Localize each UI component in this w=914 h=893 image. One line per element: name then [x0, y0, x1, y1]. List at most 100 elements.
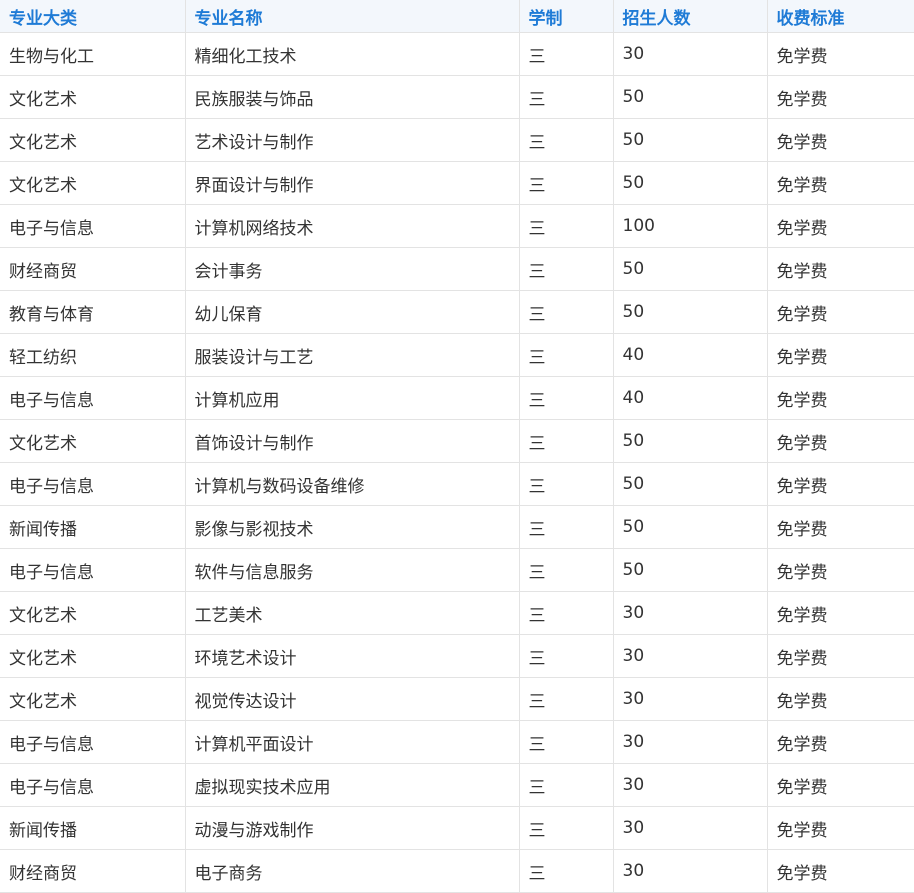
cell-tuition: 免学费 — [766, 763, 914, 807]
table-row: 文化艺术 环境艺术设计三 30 免学费 — [0, 634, 914, 678]
cell-duration: 三 — [518, 32, 614, 76]
cell-tuition: 免学费 — [766, 462, 914, 506]
cell-duration: 三 — [518, 806, 614, 850]
cell-enrollment: 30 — [612, 806, 768, 850]
cell-tuition: 免学费 — [766, 247, 914, 291]
header-tuition: 收费标准 — [766, 0, 914, 33]
cell-tuition: 免学费 — [766, 32, 914, 76]
cell-enrollment: 50 — [612, 247, 768, 291]
cell-tuition: 免学费 — [766, 376, 914, 420]
table-row: 财经商贸 电子商务三 30 免学费 — [0, 849, 914, 893]
cell-duration: 三 — [518, 462, 614, 506]
cell-tuition: 免学费 — [766, 161, 914, 205]
cell-category: 文化艺术 — [0, 677, 186, 721]
enrollment-table: 专业大类 专业名称 学制 招生人数 收费标准 生物与化工 精细化工技术三 30 免学费… — [0, 0, 914, 893]
cell-major-name: 会计事务 — [184, 247, 520, 291]
cell-enrollment: 30 — [612, 591, 768, 635]
cell-enrollment: 30 — [612, 720, 768, 764]
cell-tuition: 免学费 — [766, 849, 914, 893]
cell-major-name: 计算机平面设计 — [184, 720, 520, 764]
header-row: 专业大类 专业名称 学制 招生人数 收费标准 — [0, 0, 914, 33]
header-category: 专业大类 — [0, 0, 186, 33]
cell-category: 轻工纺织 — [0, 333, 186, 377]
cell-major-name: 视觉传达设计 — [184, 677, 520, 721]
cell-tuition: 免学费 — [766, 419, 914, 463]
header-major-name: 专业名称 — [184, 0, 520, 33]
cell-duration: 三 — [518, 720, 614, 764]
table-row: 文化艺术 工艺美术三 30 免学费 — [0, 591, 914, 635]
cell-major-name: 软件与信息服务 — [184, 548, 520, 592]
header-enrollment: 招生人数 — [612, 0, 768, 33]
cell-major-name: 动漫与游戏制作 — [184, 806, 520, 850]
cell-category: 生物与化工 — [0, 32, 186, 76]
cell-major-name: 界面设计与制作 — [184, 161, 520, 205]
cell-tuition: 免学费 — [766, 634, 914, 678]
table-row: 新闻传播 影像与影视技术三 50 免学费 — [0, 505, 914, 549]
cell-tuition: 免学费 — [766, 548, 914, 592]
cell-tuition: 免学费 — [766, 591, 914, 635]
cell-duration: 三 — [518, 419, 614, 463]
table-row: 生物与化工 精细化工技术三 30 免学费 — [0, 32, 914, 76]
table-body: 生物与化工 精细化工技术三 30 免学费 文化艺术 民族服装与饰品三 50 免学费 文化艺术 艺术… — [0, 32, 914, 893]
table-row: 电子与信息 虚拟现实技术应用三 30 免学费 — [0, 763, 914, 807]
table-row: 文化艺术 首饰设计与制作三 50 免学费 — [0, 419, 914, 463]
cell-category: 文化艺术 — [0, 118, 186, 162]
cell-category: 文化艺术 — [0, 634, 186, 678]
cell-duration: 三 — [518, 376, 614, 420]
cell-enrollment: 40 — [612, 333, 768, 377]
cell-major-name: 计算机应用 — [184, 376, 520, 420]
cell-duration: 三 — [518, 677, 614, 721]
cell-duration: 三 — [518, 290, 614, 334]
cell-tuition: 免学费 — [766, 333, 914, 377]
cell-tuition: 免学费 — [766, 118, 914, 162]
cell-category: 文化艺术 — [0, 419, 186, 463]
table-row: 轻工纺织 服装设计与工艺三 40 免学费 — [0, 333, 914, 377]
cell-category: 电子与信息 — [0, 720, 186, 764]
cell-major-name: 幼儿保育 — [184, 290, 520, 334]
cell-category: 新闻传播 — [0, 505, 186, 549]
cell-category: 新闻传播 — [0, 806, 186, 850]
cell-duration: 三 — [518, 634, 614, 678]
table-row: 电子与信息 计算机网络技术三 100 免学费 — [0, 204, 914, 248]
cell-major-name: 艺术设计与制作 — [184, 118, 520, 162]
cell-category: 财经商贸 — [0, 247, 186, 291]
table-row: 教育与体育 幼儿保育三 50 免学费 — [0, 290, 914, 334]
cell-major-name: 精细化工技术 — [184, 32, 520, 76]
cell-duration: 三 — [518, 333, 614, 377]
cell-major-name: 计算机与数码设备维修 — [184, 462, 520, 506]
table-header: 专业大类 专业名称 学制 招生人数 收费标准 — [0, 0, 914, 33]
cell-duration: 三 — [518, 548, 614, 592]
cell-duration: 三 — [518, 591, 614, 635]
table-row: 新闻传播 动漫与游戏制作三 30 免学费 — [0, 806, 914, 850]
cell-major-name: 影像与影视技术 — [184, 505, 520, 549]
table-row: 文化艺术 视觉传达设计三 30 免学费 — [0, 677, 914, 721]
cell-tuition: 免学费 — [766, 806, 914, 850]
cell-major-name: 工艺美术 — [184, 591, 520, 635]
table-row: 文化艺术 界面设计与制作三 50 免学费 — [0, 161, 914, 205]
cell-duration: 三 — [518, 763, 614, 807]
cell-enrollment: 30 — [612, 32, 768, 76]
cell-duration: 三 — [518, 247, 614, 291]
cell-enrollment: 50 — [612, 118, 768, 162]
cell-major-name: 虚拟现实技术应用 — [184, 763, 520, 807]
cell-enrollment: 50 — [612, 161, 768, 205]
cell-category: 教育与体育 — [0, 290, 186, 334]
table-row: 文化艺术 艺术设计与制作三 50 免学费 — [0, 118, 914, 162]
table-row: 电子与信息 计算机应用三 40 免学费 — [0, 376, 914, 420]
cell-enrollment: 30 — [612, 634, 768, 678]
cell-major-name: 民族服装与饰品 — [184, 75, 520, 119]
cell-category: 财经商贸 — [0, 849, 186, 893]
cell-duration: 三 — [518, 75, 614, 119]
cell-enrollment: 50 — [612, 505, 768, 549]
cell-enrollment: 30 — [612, 849, 768, 893]
cell-category: 电子与信息 — [0, 376, 186, 420]
cell-duration: 三 — [518, 204, 614, 248]
cell-major-name: 计算机网络技术 — [184, 204, 520, 248]
table-row: 财经商贸 会计事务三 50 免学费 — [0, 247, 914, 291]
cell-major-name: 服装设计与工艺 — [184, 333, 520, 377]
cell-duration: 三 — [518, 849, 614, 893]
header-duration: 学制 — [518, 0, 614, 33]
cell-duration: 三 — [518, 118, 614, 162]
cell-category: 文化艺术 — [0, 591, 186, 635]
cell-tuition: 免学费 — [766, 720, 914, 764]
